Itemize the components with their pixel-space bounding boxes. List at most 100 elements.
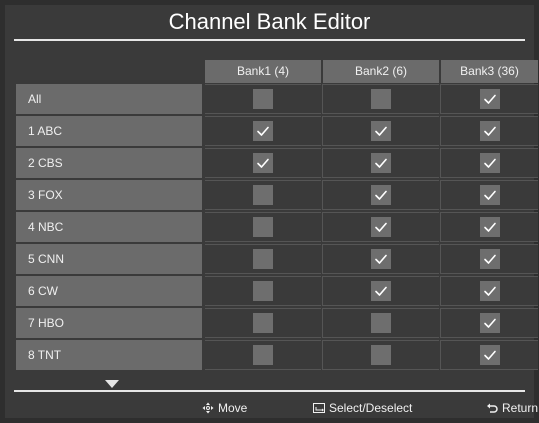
column-divider xyxy=(322,148,323,178)
column-divider xyxy=(322,340,323,370)
bank3-cell xyxy=(441,244,538,274)
column-header-bank3: Bank3 (36) xyxy=(441,60,538,83)
table-row[interactable]: 1 ABC xyxy=(16,116,539,148)
bank2-checkbox[interactable] xyxy=(371,281,391,301)
bank1-checkbox[interactable] xyxy=(253,89,273,109)
bank1-checkbox[interactable] xyxy=(253,345,273,365)
bank3-cell xyxy=(441,308,538,338)
directional-pad-icon xyxy=(202,402,214,414)
bank2-checkbox[interactable] xyxy=(371,217,391,237)
move-hint: Move xyxy=(202,397,247,419)
table-row[interactable]: 3 FOX xyxy=(16,180,539,212)
checkmark-icon xyxy=(483,318,496,328)
checkmark-icon xyxy=(483,94,496,104)
bank2-cell xyxy=(323,84,439,114)
bank1-cell xyxy=(205,212,321,242)
bank1-cell xyxy=(205,180,321,210)
bank2-checkbox[interactable] xyxy=(371,89,391,109)
bank1-checkbox[interactable] xyxy=(253,185,273,205)
checkmark-icon xyxy=(375,158,387,168)
bank3-cell xyxy=(441,84,538,114)
bank2-cell xyxy=(323,148,439,178)
bank3-checkbox[interactable] xyxy=(479,89,500,109)
bank1-cell xyxy=(205,116,321,146)
bank3-checkbox[interactable] xyxy=(479,313,500,333)
column-divider xyxy=(440,244,441,274)
return-hint[interactable]: Return xyxy=(486,397,538,419)
column-divider xyxy=(440,116,441,146)
footer-divider xyxy=(14,390,525,392)
checkmark-icon xyxy=(375,126,387,136)
bank1-checkbox[interactable] xyxy=(253,121,273,141)
bank3-checkbox[interactable] xyxy=(479,217,500,237)
bank3-cell xyxy=(441,340,538,370)
table-row[interactable]: 6 CW xyxy=(16,276,539,308)
bank2-checkbox[interactable] xyxy=(371,153,391,173)
bank3-checkbox[interactable] xyxy=(479,249,500,269)
bank3-checkbox[interactable] xyxy=(479,153,500,173)
bank1-cell xyxy=(205,276,321,306)
checkmark-icon xyxy=(483,286,496,296)
channel-name[interactable]: 5 CNN xyxy=(16,244,202,274)
bank2-checkbox[interactable] xyxy=(371,121,391,141)
bank3-checkbox[interactable] xyxy=(479,281,500,301)
table-row[interactable]: All xyxy=(16,84,539,116)
table-row[interactable]: 5 CNN xyxy=(16,244,539,276)
channel-name[interactable]: 6 CW xyxy=(16,276,202,306)
bank1-checkbox[interactable] xyxy=(253,313,273,333)
title-divider xyxy=(14,39,525,41)
bank3-checkbox[interactable] xyxy=(479,121,500,141)
bank3-cell xyxy=(441,148,538,178)
bank1-cell xyxy=(205,244,321,274)
move-label: Move xyxy=(218,401,248,415)
checkmark-icon xyxy=(375,190,387,200)
bank1-cell xyxy=(205,308,321,338)
channel-name[interactable]: 2 CBS xyxy=(16,148,202,178)
bank2-cell xyxy=(323,340,439,370)
channel-name[interactable]: 8 TNT xyxy=(16,340,202,370)
column-divider xyxy=(440,212,441,242)
bank3-cell xyxy=(441,180,538,210)
checkmark-icon xyxy=(375,222,387,232)
column-divider xyxy=(322,180,323,210)
channel-name[interactable]: 3 FOX xyxy=(16,180,202,210)
bank1-checkbox[interactable] xyxy=(253,281,273,301)
checkmark-icon xyxy=(257,126,269,136)
table-row[interactable]: 4 NBC xyxy=(16,212,539,244)
return-arrow-icon xyxy=(487,403,498,413)
bank2-checkbox[interactable] xyxy=(371,313,391,333)
checkmark-icon xyxy=(483,190,496,200)
bank2-checkbox[interactable] xyxy=(371,249,391,269)
page-title: Channel Bank Editor xyxy=(168,9,371,34)
footer-hints: Move Select/Deselect Return xyxy=(5,397,538,419)
bank1-checkbox[interactable] xyxy=(253,249,273,269)
bank2-cell xyxy=(323,244,439,274)
select-deselect-label: Select/Deselect xyxy=(329,401,413,415)
column-divider xyxy=(440,308,441,338)
header-row: Bank1 (4) Bank2 (6) Bank3 (36) xyxy=(16,60,539,84)
scroll-down-arrow-icon[interactable] xyxy=(105,380,119,388)
bank3-cell xyxy=(441,116,538,146)
bank2-checkbox[interactable] xyxy=(371,185,391,205)
bank1-cell xyxy=(205,84,321,114)
enter-icon xyxy=(313,403,325,413)
bank3-checkbox[interactable] xyxy=(479,185,500,205)
column-divider xyxy=(322,212,323,242)
column-divider xyxy=(440,340,441,370)
column-divider xyxy=(322,84,323,114)
column-divider xyxy=(440,148,441,178)
bank2-checkbox[interactable] xyxy=(371,345,391,365)
channel-rows: All 1 ABC 2 CBS 3 FOX 4 NBC 5 CNN 6 CW 7 HBO 8 T… xyxy=(16,84,539,372)
bank3-checkbox[interactable] xyxy=(479,345,500,365)
table-row[interactable]: 8 TNT xyxy=(16,340,539,372)
bank1-cell xyxy=(205,148,321,178)
channel-name[interactable]: 4 NBC xyxy=(16,212,202,242)
bank1-checkbox[interactable] xyxy=(253,217,273,237)
table-row[interactable]: 2 CBS xyxy=(16,148,539,180)
table-row[interactable]: 7 HBO xyxy=(16,308,539,340)
select-deselect-hint: Select/Deselect xyxy=(313,397,412,419)
channel-name[interactable]: All xyxy=(16,84,202,114)
bank1-checkbox[interactable] xyxy=(253,153,273,173)
channel-name[interactable]: 7 HBO xyxy=(16,308,202,338)
channel-name[interactable]: 1 ABC xyxy=(16,116,202,146)
